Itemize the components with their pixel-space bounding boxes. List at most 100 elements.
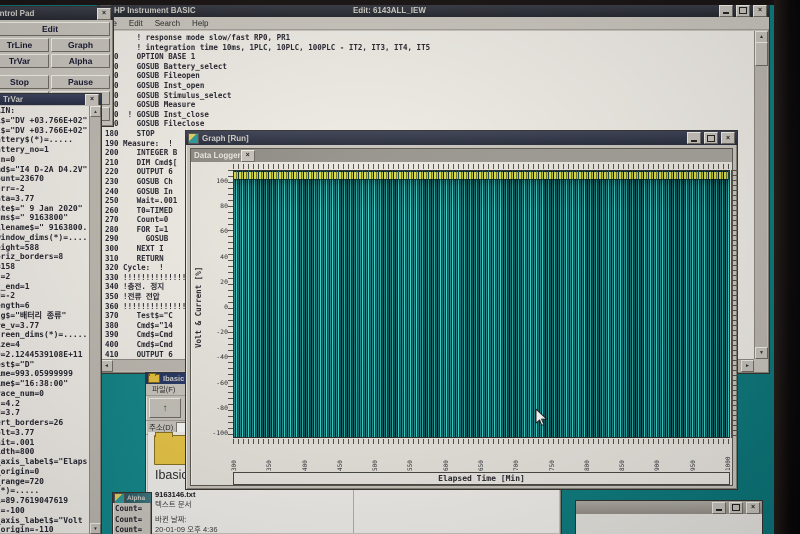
data-logger-titlebar: Data Logger × (191, 149, 732, 162)
maximize-button[interactable] (704, 132, 718, 144)
trvar-button[interactable]: TrVar (0, 54, 49, 68)
menu-item[interactable]: Edit (123, 19, 149, 28)
chart-area: Volt & Current [%] 100806040200-20-40-60… (191, 162, 732, 485)
editor-title: HP Instrument BASIC (114, 6, 196, 15)
close-button[interactable]: × (753, 5, 767, 17)
alpha-line: Count= (115, 525, 149, 534)
graph-titlebar: Graph [Run] × (186, 131, 737, 145)
trline-button[interactable]: TrLine (0, 38, 49, 52)
y-axis-ticks: 100806040200-20-40-60-80-100 (191, 170, 230, 438)
edit-button[interactable]: Edit (0, 22, 110, 36)
pause-button[interactable]: Pause (51, 75, 110, 89)
folder-up-button[interactable]: ↑ (149, 398, 181, 418)
alpha-title: Alpha (127, 495, 145, 502)
x-tick-label: 950 (690, 445, 697, 471)
close-icon: × (726, 135, 730, 142)
monitor-screen: HP Instrument BASIC Edit: 6143ALL_IEW × … (0, 0, 800, 534)
scroll-down-icon[interactable]: ▼ (755, 347, 768, 359)
code-line: 170 GOSUB Fileclose (105, 119, 754, 129)
variable-line: MAIN: (0, 106, 89, 116)
y-tick-label: 60 (220, 228, 228, 234)
menu-item[interactable]: Search (149, 19, 186, 28)
trvar-scrollbar[interactable]: ▲ ▼ (89, 106, 100, 534)
minimize-button[interactable] (687, 132, 701, 144)
x-tick-marks (233, 439, 730, 444)
x-tick-label: 650 (478, 445, 485, 471)
alpha-window: Alpha Count=Count=Count= (112, 492, 152, 534)
variable-list[interactable]: MAIN:A1$="DV +03.766E+02"A2$="DV +03.766… (0, 106, 89, 533)
variable-line: Count=23670 (0, 174, 89, 184)
trvar-window: TrVar × MAIN:A1$="DV +03.766E+02"A2$="DV… (0, 93, 102, 534)
stop-button[interactable]: Stop (0, 75, 49, 89)
variable-line: Vd=3.7 (0, 408, 89, 418)
maximize-button[interactable] (729, 502, 743, 514)
background-window-body (576, 514, 762, 534)
top-axis-ruler (233, 164, 730, 169)
menu-item-file[interactable]: 파일(F) (146, 384, 181, 395)
close-button[interactable]: × (97, 8, 111, 20)
y-tick-label: 100 (216, 178, 228, 184)
scroll-down-icon[interactable]: ▼ (90, 523, 101, 534)
close-icon: × (102, 10, 106, 17)
variable-line: Trace_num=0 (0, 389, 89, 399)
variable-line: T0=2.1244539108E+11 (0, 350, 89, 360)
selected-file-name: 9163146.txt (155, 490, 218, 500)
selected-file-changed-label: 바뀐 날짜: (155, 515, 218, 525)
y-tick-label: -100 (212, 430, 228, 436)
explorer-title: Ibasic (163, 374, 184, 383)
variable-line: Battery$(*)=..... (0, 135, 89, 145)
variable-line: Filename$=" 9163800. (0, 223, 89, 233)
selected-file-type: 텍스트 문서 (155, 500, 218, 510)
editor-vertical-scrollbar[interactable]: ▲ ▼ (754, 31, 767, 359)
variable-line: Y2=-100 (0, 506, 89, 516)
graph-window: Graph [Run] × Data Logger × Volt & Curre… (185, 130, 738, 490)
scroll-right-icon[interactable]: ► (741, 360, 754, 372)
selected-file-changed-date: 20-01-09 오후 4:36 (155, 525, 218, 533)
scroll-up-icon[interactable]: ▲ (90, 106, 101, 117)
maximize-icon (732, 504, 740, 511)
background-window: × (575, 500, 763, 534)
variable-line: Horiz_borders=8 (0, 252, 89, 262)
close-icon: × (246, 152, 250, 159)
y-tick-label: -60 (216, 380, 228, 386)
variable-line: Width=800 (0, 447, 89, 457)
minimize-icon (716, 509, 722, 511)
control-pad-titlebar: Control Pad × (0, 7, 113, 20)
code-line: 90 ! integration time 10ms, 1PLC, 10PLC,… (105, 43, 754, 53)
alpha-output: Count=Count=Count= (113, 503, 151, 534)
minimize-button[interactable] (712, 502, 726, 514)
variable-line: Size=4 (0, 340, 89, 350)
close-button[interactable]: × (241, 150, 255, 162)
code-line: 100 OPTION BASE 1 (105, 52, 754, 62)
close-icon: × (751, 504, 755, 511)
menu-item[interactable]: Help (186, 19, 214, 28)
editor-titlebar: HP Instrument BASIC Edit: 6143ALL_IEW × (98, 4, 769, 17)
variable-line: A1$="DV +03.766E+02" (0, 116, 89, 126)
code-line: 130 GOSUB Inst_open (105, 81, 754, 91)
variable-line: Cmd$="I4 D-2A D4.2V" (0, 165, 89, 175)
variable-line: I=158 (0, 262, 89, 272)
x-axis-ticks: 3003504004505005506006507007508008509009… (231, 445, 732, 471)
close-button[interactable]: × (746, 502, 760, 514)
minimize-button[interactable] (719, 5, 733, 17)
right-axis-ruler (731, 170, 738, 438)
maximize-button[interactable] (736, 5, 750, 17)
current-folder-name: Ibasic (155, 468, 188, 482)
scrollbar-thumb[interactable] (755, 42, 768, 66)
close-button[interactable]: × (721, 132, 735, 144)
close-button[interactable]: × (85, 94, 99, 105)
x-tick-label: 750 (549, 445, 556, 471)
trvar-title: TrVar (3, 95, 23, 104)
x-tick-label: 500 (372, 445, 379, 471)
alpha-button[interactable]: Alpha (51, 54, 110, 68)
variable-line: Pre_v=3.77 (0, 321, 89, 331)
graph-button[interactable]: Graph (51, 38, 110, 52)
alpha-line: Count= (115, 504, 149, 515)
variable-line: X_range=720 (0, 477, 89, 487)
x-tick-label: 350 (266, 445, 273, 471)
code-line: 150 GOSUB Measure (105, 100, 754, 110)
variable-line: A2$="DV +03.766E+02" (0, 126, 89, 136)
alpha-titlebar: Alpha (113, 493, 151, 503)
variable-line: Ic=2 (0, 272, 89, 282)
x-tick-label: 850 (619, 445, 626, 471)
